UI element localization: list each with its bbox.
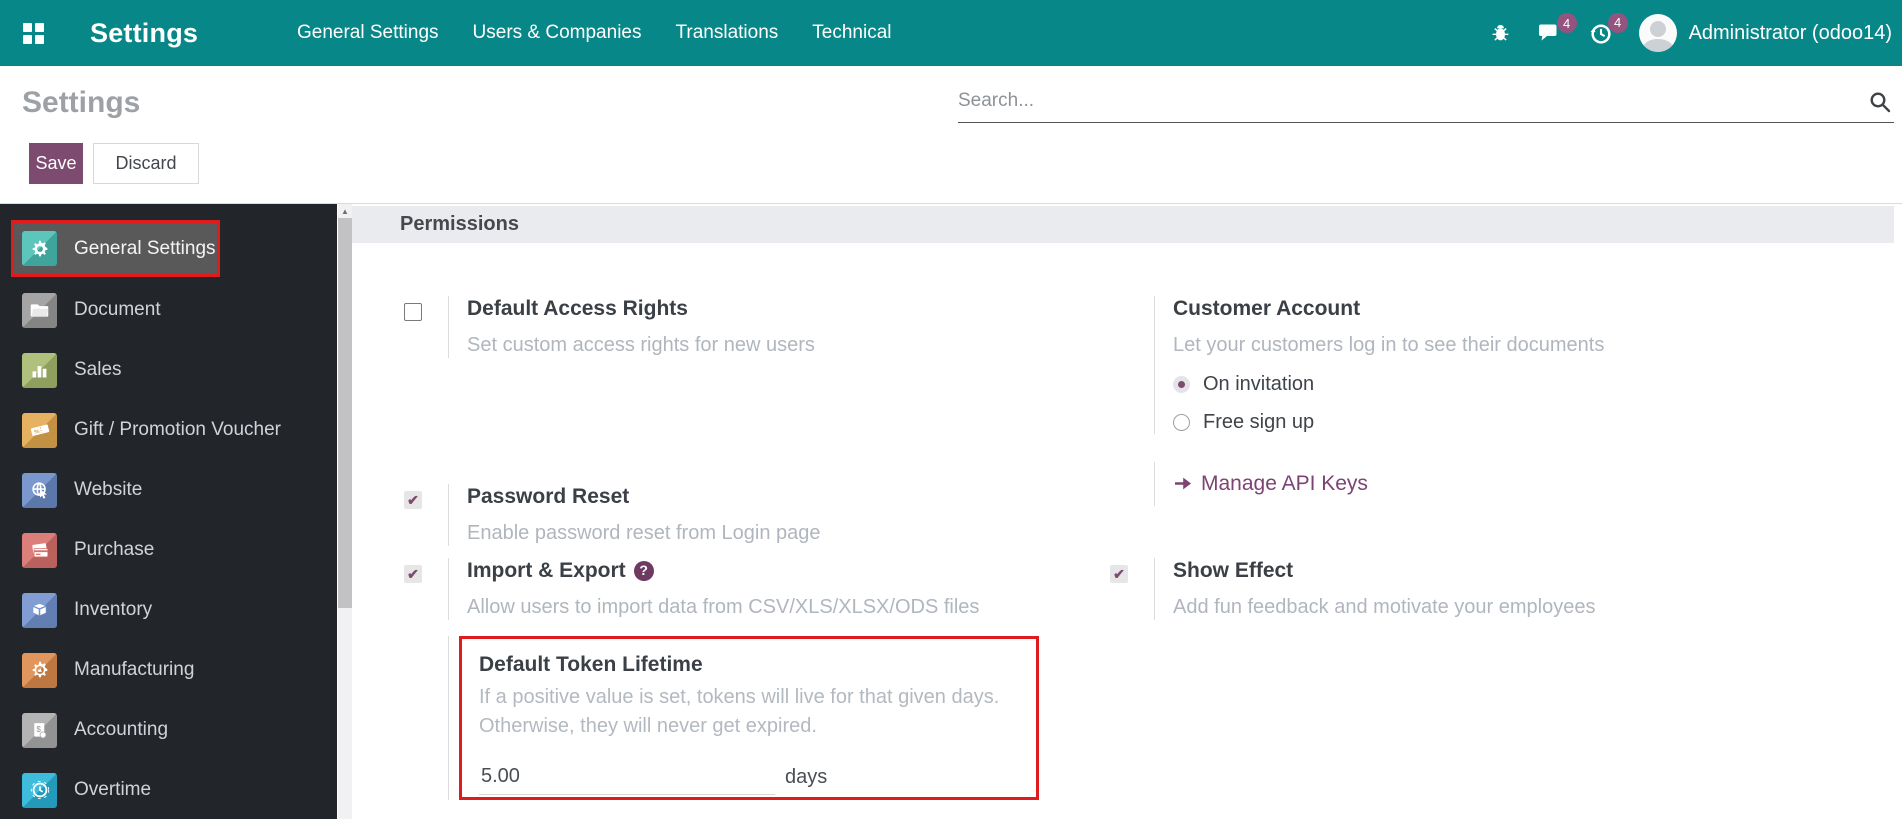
sidebar-item-label: Document <box>74 299 161 320</box>
show-effect-checkbox[interactable]: ✔ <box>1110 565 1128 583</box>
setting-label: Import & Export? <box>467 558 979 583</box>
setting-password-reset: ✔ Password Reset Enable password reset f… <box>404 484 821 546</box>
user-menu[interactable]: Administrator (odoo14) <box>1638 14 1892 52</box>
sidebar-item-overtime[interactable]: Overtime <box>0 760 337 820</box>
sidebar-item-accounting[interactable]: $ Accounting <box>0 700 337 760</box>
settings-sidebar: General Settings Document Sales % Gift /… <box>0 204 337 819</box>
setting-description-line2: Otherwise, they will never get expired. <box>479 715 817 737</box>
arrow-right-icon <box>1175 477 1191 490</box>
section-title: Permissions <box>400 213 519 235</box>
messages-count-badge: 4 <box>1556 13 1577 33</box>
setting-label: Customer Account <box>1173 297 1361 320</box>
radio-option-on-invitation[interactable]: On invitation <box>1173 372 1604 396</box>
apps-menu-button[interactable] <box>0 0 66 66</box>
sidebar-item-label: Sales <box>74 359 122 380</box>
user-name: Administrator (odoo14) <box>1688 21 1892 44</box>
radio-selected-icon[interactable] <box>1173 375 1190 393</box>
debug-bug-icon[interactable] <box>1490 22 1511 44</box>
setting-description: Add fun feedback and motivate your emplo… <box>1173 596 1596 618</box>
page-title: Settings <box>22 86 141 119</box>
setting-customer-account: Customer Account Let your customers log … <box>1110 296 1604 434</box>
sidebar-item-label: Purchase <box>74 539 155 560</box>
search-input[interactable] <box>958 84 1838 118</box>
sidebar-scrollbar[interactable]: ▲ <box>338 204 352 819</box>
radio-unselected-icon[interactable] <box>1173 413 1190 431</box>
nav-right-cluster: 4 4 Administrator (odoo14) <box>1490 0 1892 66</box>
setting-import-export: ✔ Import & Export? Allow users to import… <box>404 558 979 620</box>
setting-label: Show Effect <box>1173 559 1294 582</box>
sidebar-item-label: Website <box>74 479 143 500</box>
sidebar-item-label: Gift / Promotion Voucher <box>74 419 281 440</box>
accounting-invoice-icon: $ <box>22 712 57 748</box>
sidebar-item-label: Manufacturing <box>74 659 195 680</box>
sales-chart-icon <box>22 352 57 388</box>
token-lifetime-highlight-box: Default Token Lifetime If a positive val… <box>459 636 1039 800</box>
sidebar-item-sales[interactable]: Sales <box>0 340 337 400</box>
purchase-card-icon <box>22 532 57 568</box>
nav-item-translations[interactable]: Translations <box>675 22 778 44</box>
search-bar <box>958 84 1894 123</box>
sidebar-item-document[interactable]: Document <box>0 280 337 340</box>
sidebar-item-label: Accounting <box>74 719 169 740</box>
manage-api-keys-link[interactable]: Manage API Keys <box>1173 462 1368 496</box>
setting-label: Default Token Lifetime <box>479 653 703 676</box>
token-lifetime-input[interactable] <box>479 763 775 795</box>
user-avatar <box>1638 14 1677 52</box>
sidebar-item-gift-promotion-voucher[interactable]: % Gift / Promotion Voucher <box>0 400 337 460</box>
password-reset-checkbox[interactable]: ✔ <box>404 491 422 509</box>
setting-description: Enable password reset from Login page <box>467 522 821 544</box>
website-globe-icon <box>22 472 57 508</box>
top-navbar: Settings General Settings Users & Compan… <box>0 0 1902 66</box>
sidebar-item-website[interactable]: Website <box>0 460 337 520</box>
nav-menu: General Settings Users & Companies Trans… <box>297 0 892 66</box>
search-icon[interactable] <box>1868 90 1892 119</box>
sidebar-item-label: General Settings <box>74 237 216 259</box>
messages-icon[interactable]: 4 <box>1537 13 1577 45</box>
overtime-clock-icon <box>22 772 57 808</box>
sidebar-item-manufacturing[interactable]: Manufacturing <box>0 640 337 700</box>
sidebar-item-label: Inventory <box>74 599 153 620</box>
activities-count-badge: 4 <box>1607 12 1628 33</box>
setting-description: Set custom access rights for new users <box>467 334 815 356</box>
setting-label: Default Access Rights <box>467 297 688 320</box>
setting-default-access-rights: Default Access Rights Set custom access … <box>404 296 815 358</box>
general-settings-gear-icon <box>22 231 57 266</box>
activities-clock-icon[interactable]: 4 <box>1588 12 1628 46</box>
inventory-box-icon <box>22 592 57 628</box>
setting-show-effect: ✔ Show Effect Add fun feedback and motiv… <box>1110 558 1595 620</box>
document-folder-icon <box>22 292 57 328</box>
apps-grid-icon <box>22 22 44 44</box>
odoo-settings-page: { "colors": { "nav_teal": "#088788", "ac… <box>0 0 1902 819</box>
sidebar-item-label: Overtime <box>74 779 152 800</box>
scrollbar-thumb[interactable] <box>338 218 352 608</box>
setting-label: Password Reset <box>467 485 630 508</box>
setting-manage-api-keys: Manage API Keys <box>1110 462 1368 506</box>
permissions-section-header: Permissions <box>352 206 1894 243</box>
help-question-icon[interactable]: ? <box>633 560 654 581</box>
app-brand-title[interactable]: Settings <box>90 18 198 49</box>
sidebar-item-general-settings[interactable]: General Settings <box>11 220 220 277</box>
sidebar-item-inventory[interactable]: Inventory <box>0 580 337 640</box>
nav-item-users-companies[interactable]: Users & Companies <box>473 22 642 44</box>
radio-option-free-sign-up[interactable]: Free sign up <box>1173 410 1604 434</box>
manufacturing-gear-icon <box>22 652 57 688</box>
nav-item-general-settings[interactable]: General Settings <box>297 22 439 44</box>
setting-description: Allow users to import data from CSV/XLS/… <box>467 596 980 618</box>
setting-default-token-lifetime: Default Token Lifetime If a positive val… <box>404 636 1039 800</box>
setting-description: Let your customers log in to see their d… <box>1173 334 1605 356</box>
import-export-checkbox[interactable]: ✔ <box>404 565 422 583</box>
nav-item-technical[interactable]: Technical <box>812 22 891 44</box>
setting-description-line1: If a positive value is set, tokens will … <box>479 686 1000 708</box>
token-lifetime-unit: days <box>785 766 828 788</box>
discard-button[interactable]: Discard <box>93 143 199 184</box>
default-access-rights-checkbox[interactable] <box>404 303 422 321</box>
sidebar-item-purchase[interactable]: Purchase <box>0 520 337 580</box>
voucher-ticket-icon: % <box>22 412 57 448</box>
scrollbar-up-arrow[interactable]: ▲ <box>338 204 352 218</box>
save-button[interactable]: Save <box>29 143 83 184</box>
